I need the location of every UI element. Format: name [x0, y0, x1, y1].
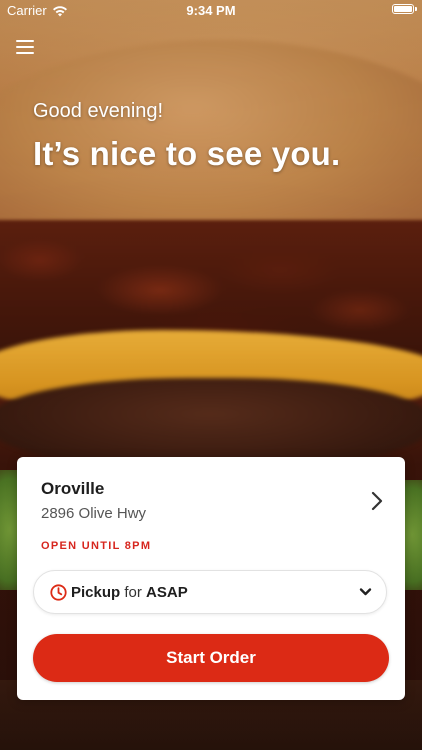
greeting-section: Good evening! It’s nice to see you. [33, 100, 340, 173]
location-name: Oroville [41, 479, 105, 498]
battery-icon [392, 4, 417, 14]
chevron-right-icon [371, 491, 383, 511]
menu-line [16, 46, 34, 48]
hamburger-menu-icon[interactable] [16, 40, 34, 56]
order-mode-connector: for [124, 584, 142, 601]
start-order-button[interactable]: Start Order [33, 634, 389, 682]
menu-line [16, 52, 34, 54]
clock-icon [50, 584, 67, 601]
order-mode-label: Pickup [71, 584, 121, 601]
location-selector[interactable]: Oroville 2896 Olive Hwy [41, 479, 387, 549]
greeting-subtitle: Good evening! [33, 100, 164, 122]
greeting-title: It’s nice to see you. [33, 135, 341, 172]
chevron-down-icon [359, 588, 372, 596]
menu-line [16, 40, 34, 42]
pickup-time-dropdown[interactable]: Pickup for ASAP [33, 570, 387, 614]
order-card: Oroville 2896 Olive Hwy OPEN UNTIL 8PM P… [17, 457, 405, 700]
order-time-label: ASAP [146, 584, 188, 601]
open-status-badge: OPEN UNTIL 8PM [41, 540, 152, 552]
pickup-text: Pickup for ASAP [71, 584, 188, 601]
location-address: 2896 Olive Hwy [41, 505, 147, 522]
status-time: 9:34 PM [186, 3, 236, 18]
status-bar: Carrier 9:34 PM [0, 0, 422, 22]
